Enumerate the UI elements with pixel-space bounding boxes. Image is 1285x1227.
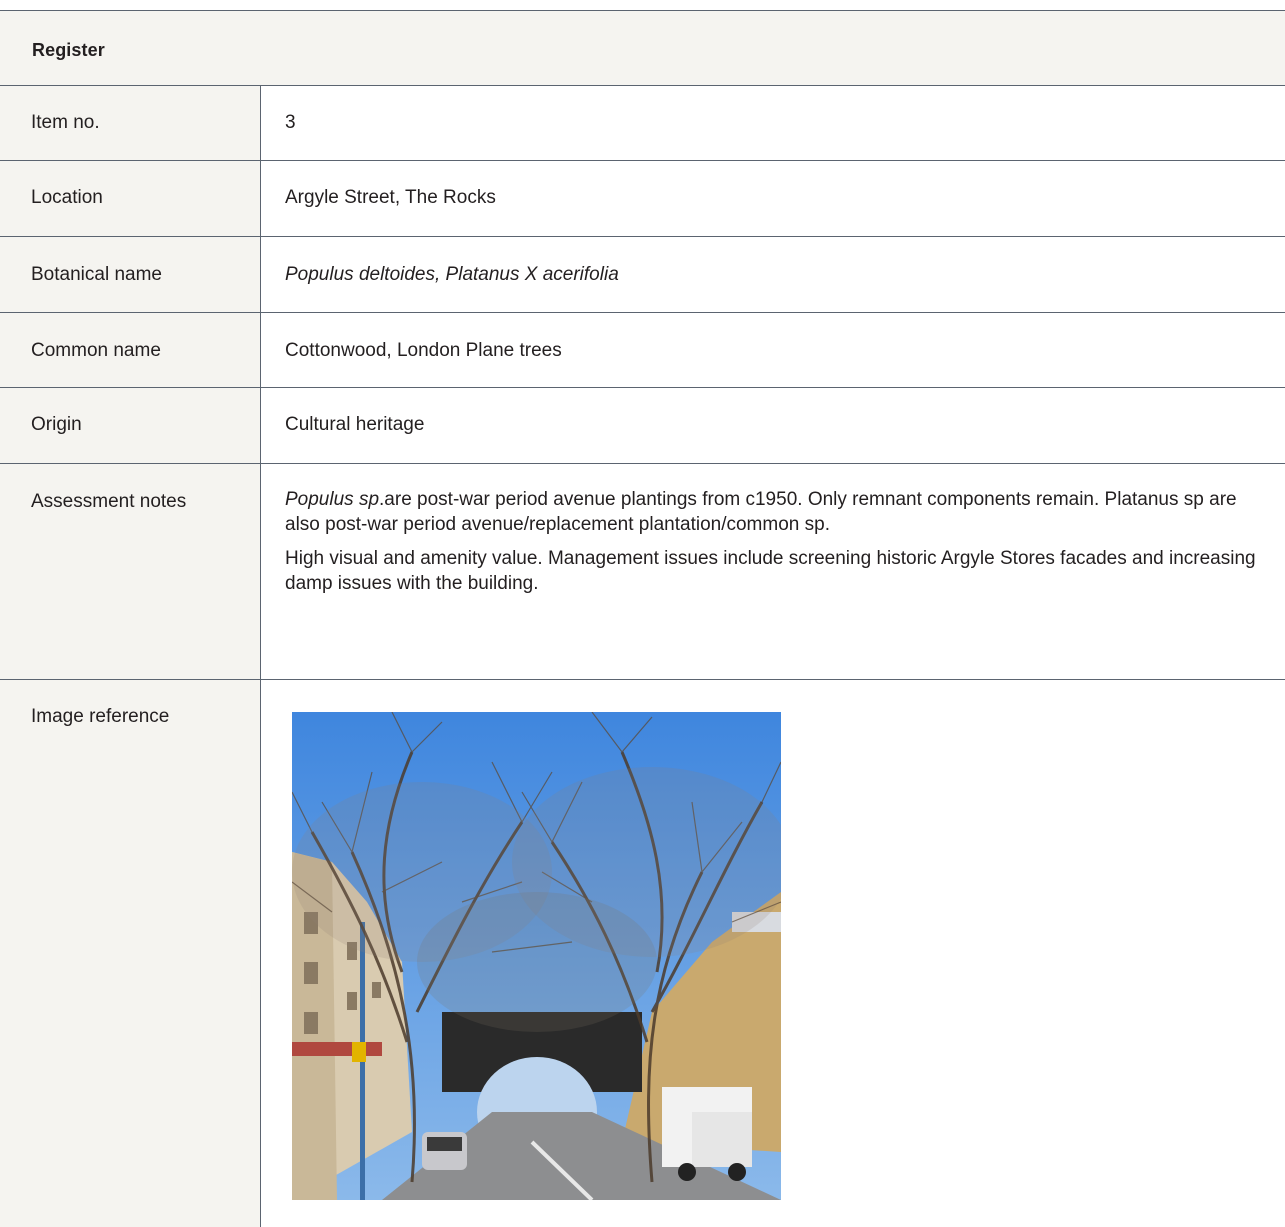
street-trees-photo: [292, 712, 781, 1200]
register-table: Register Item no. 3 Location Argyle Stre…: [0, 0, 1285, 1227]
row-location: Location Argyle Street, The Rocks: [0, 161, 1285, 237]
row-assessment-notes: Assessment notes Populus sp.are post-war…: [0, 464, 1285, 680]
notes-paragraph: Populus sp.are post-war period avenue pl…: [285, 489, 1237, 535]
row-label: Item no.: [31, 112, 100, 133]
row-label: Image reference: [31, 706, 170, 727]
row-value: 3: [285, 112, 296, 133]
row-origin: Origin Cultural heritage: [0, 388, 1285, 464]
row-value: Cultural heritage: [285, 414, 425, 435]
header-title: Register: [32, 40, 105, 60]
assessment-notes-text: Populus sp.are post-war period avenue pl…: [285, 487, 1265, 605]
notes-paragraph: High visual and amenity value. Managemen…: [285, 548, 1256, 594]
row-botanical-name: Botanical name Populus deltoides, Platan…: [0, 237, 1285, 313]
row-image-reference: Image reference: [0, 680, 1285, 1227]
table-header: Register: [0, 10, 1285, 86]
row-value: Argyle Street, The Rocks: [285, 187, 496, 208]
row-label: Botanical name: [31, 264, 162, 285]
row-value: Cottonwood, London Plane trees: [285, 340, 562, 361]
row-item-no: Item no. 3: [0, 86, 1285, 161]
row-label: Origin: [31, 414, 82, 435]
row-label: Common name: [31, 340, 161, 361]
row-label: Location: [31, 187, 103, 208]
row-common-name: Common name Cottonwood, London Plane tre…: [0, 313, 1285, 388]
row-value: Populus deltoides, Platanus X acerifolia: [285, 264, 619, 285]
row-label: Assessment notes: [31, 491, 187, 512]
